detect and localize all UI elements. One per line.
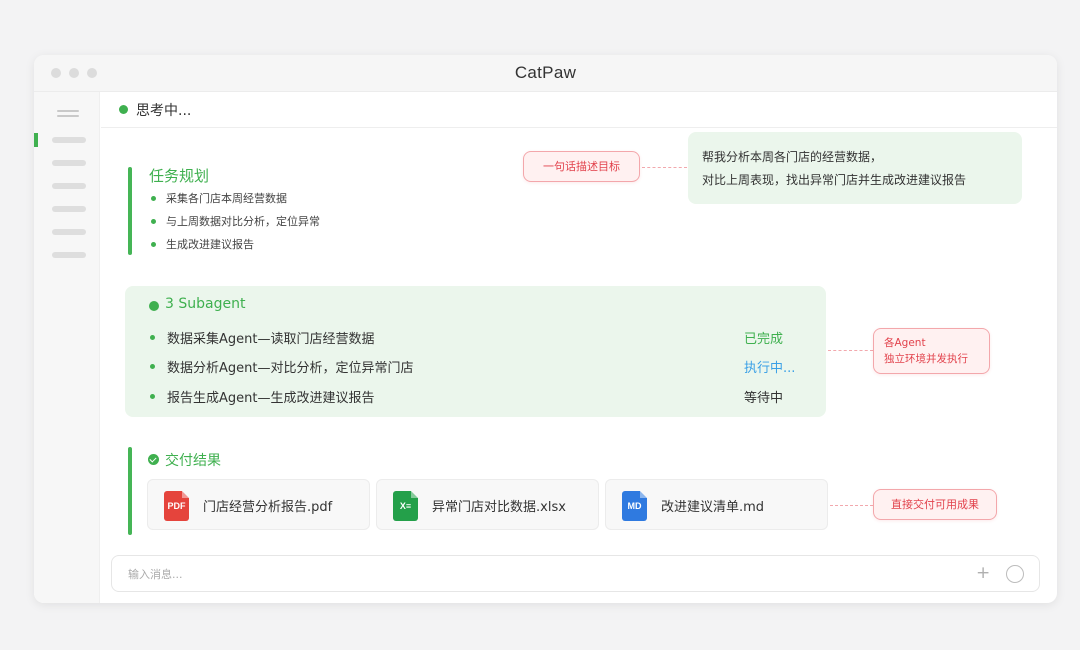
file-name: 改进建议清单.md	[661, 500, 765, 515]
subagent-row: 数据采集Agent—读取门店经营数据 已完成	[149, 328, 809, 348]
sidebar-item[interactable]	[52, 160, 86, 166]
status-bar: 思考中...	[101, 92, 1057, 128]
sidebar-item[interactable]	[52, 252, 86, 258]
goal-annotation-tag: 一句话描述目标	[523, 151, 640, 182]
sidebar-item[interactable]	[52, 137, 86, 143]
parallel-tag-line: 各Agent	[884, 337, 926, 349]
user-message-line: 帮我分析本周各门店的经营数据，	[702, 150, 883, 164]
plan-item: 采集各门店本周经营数据	[149, 190, 320, 213]
add-attachment-button[interactable]: +	[976, 563, 990, 583]
app-window: CatPaw 思考中... 任务规划 采集各门店本周经营数据 与上周数据对比分析…	[34, 55, 1057, 603]
excel-file-icon: X≡	[393, 491, 418, 521]
status-text: 思考中...	[136, 103, 192, 119]
title-bar: CatPaw	[34, 55, 1057, 92]
parallel-connector	[828, 350, 873, 351]
subagent-row: 数据分析Agent—对比分析，定位异常门店 执行中...	[149, 357, 809, 377]
parallel-tag-line: 独立环境并发执行	[884, 353, 968, 365]
file-name: 异常门店对比数据.xlsx	[432, 500, 566, 515]
sidebar	[34, 92, 100, 603]
message-input[interactable]	[128, 565, 928, 583]
subagent-card: 3 Subagent 数据采集Agent—读取门店经营数据 已完成 数据分析Ag…	[125, 286, 826, 417]
deliverables-title: 交付结果	[165, 453, 221, 469]
markdown-file-icon: MD	[622, 491, 647, 521]
bullet-icon	[150, 364, 155, 369]
deliverables-accent-bar	[128, 447, 132, 535]
sidebar-item[interactable]	[52, 183, 86, 189]
plan-accent-bar	[128, 167, 132, 255]
pdf-file-icon: PDF	[164, 491, 189, 521]
subagent-state: 执行中...	[744, 361, 796, 376]
goal-connector	[642, 167, 687, 168]
sidebar-item[interactable]	[52, 206, 86, 212]
file-name: 门店经营分析报告.pdf	[203, 500, 333, 515]
subagent-title: 3 Subagent	[165, 296, 246, 312]
file-card-pdf[interactable]: PDF 门店经营分析报告.pdf	[147, 479, 370, 530]
sidebar-active-indicator	[34, 133, 38, 147]
subagent-name: 数据采集Agent—读取门店经营数据	[167, 332, 375, 347]
sidebar-item[interactable]	[52, 229, 86, 235]
subagent-state: 等待中	[744, 391, 784, 406]
file-card-md[interactable]: MD 改进建议清单.md	[605, 479, 828, 530]
user-message-bubble: 帮我分析本周各门店的经营数据， 对比上周表现，找出异常门店并生成改进建议报告	[688, 132, 1022, 204]
file-card-xlsx[interactable]: X≡ 异常门店对比数据.xlsx	[376, 479, 599, 530]
plan-item: 生成改进建议报告	[149, 236, 320, 259]
subagent-dot-icon	[149, 301, 159, 311]
check-circle-icon	[148, 454, 159, 465]
status-dot-icon	[119, 105, 128, 114]
subagent-row: 报告生成Agent—生成改进建议报告 等待中	[149, 387, 809, 407]
message-composer: +	[111, 555, 1040, 592]
bullet-icon	[150, 335, 155, 340]
parallel-annotation-tag: 各Agent 独立环境并发执行	[873, 328, 990, 374]
bullet-icon	[150, 394, 155, 399]
ship-connector	[830, 505, 873, 506]
send-circle-icon[interactable]	[1006, 565, 1024, 583]
window-title: CatPaw	[514, 63, 577, 82]
user-message-line: 对比上周表现，找出异常门店并生成改进建议报告	[702, 173, 967, 187]
plan-list: 采集各门店本周经营数据 与上周数据对比分析，定位异常 生成改进建议报告	[149, 190, 320, 259]
subagent-state: 已完成	[744, 332, 784, 347]
subagent-name: 数据分析Agent—对比分析，定位异常门店	[167, 361, 414, 376]
plan-title: 任务规划	[149, 167, 210, 185]
subagent-name: 报告生成Agent—生成改进建议报告	[167, 391, 375, 406]
ship-annotation-tag: 直接交付可用成果	[873, 489, 997, 520]
plan-item: 与上周数据对比分析，定位异常	[149, 213, 320, 236]
